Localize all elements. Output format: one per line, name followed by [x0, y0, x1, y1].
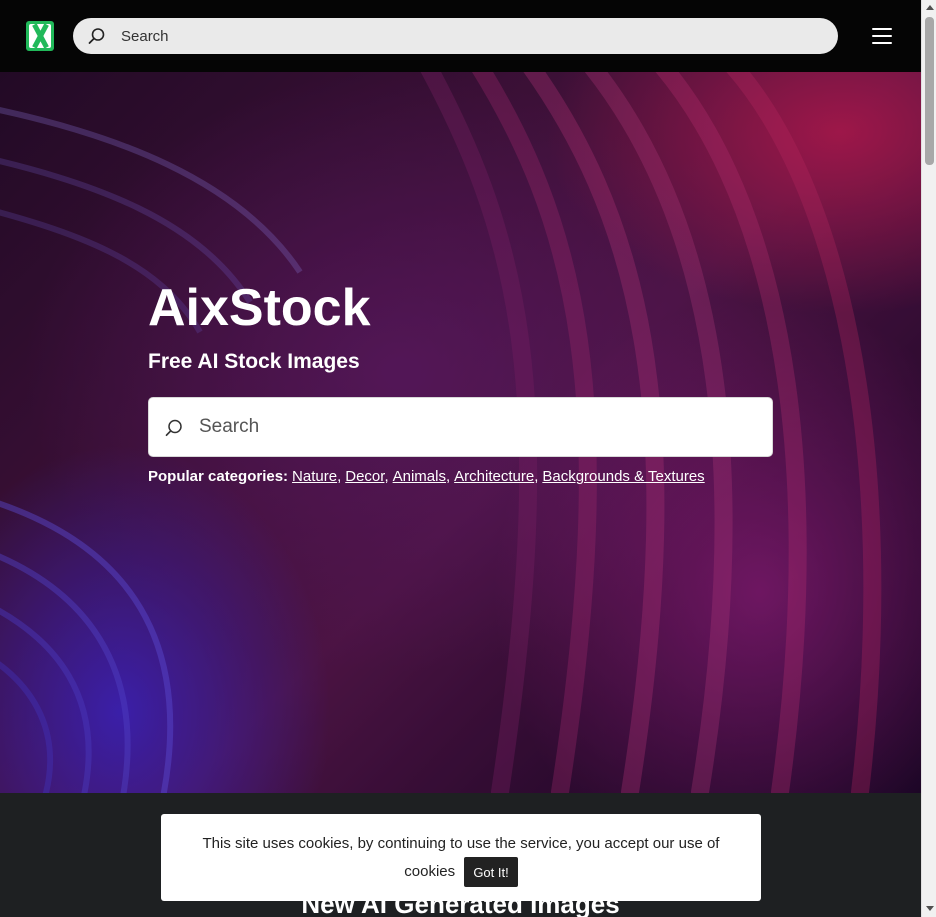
category-link-decor[interactable]: Decor [345, 468, 384, 485]
top-navbar [0, 0, 921, 72]
scroll-up-arrow-icon[interactable] [926, 5, 934, 10]
hero-search-input[interactable] [199, 398, 759, 456]
search-icon [88, 28, 105, 44]
category-link-backgrounds-textures[interactable]: Backgrounds & Textures [542, 468, 704, 485]
navbar-search-box[interactable] [73, 18, 838, 54]
scrollbar-thumb[interactable] [925, 17, 934, 165]
scroll-down-arrow-icon[interactable] [926, 906, 934, 911]
hero-subtitle: Free AI Stock Images [148, 350, 360, 373]
logo-x-mark [29, 24, 51, 48]
navbar-search-input[interactable] [121, 18, 821, 54]
category-link-nature[interactable]: Nature [292, 468, 337, 485]
hamburger-menu-icon[interactable] [872, 27, 892, 45]
cookie-banner: This site uses cookies, by continuing to… [161, 814, 761, 901]
hero-search-box[interactable] [148, 397, 773, 457]
cookie-text-line1: This site uses cookies, by continuing to… [202, 835, 720, 852]
cookie-text-line2: cookies [404, 862, 456, 880]
category-link-animals[interactable]: Animals [393, 468, 446, 485]
hero-section: AixStock Free AI Stock Images Popular ca… [0, 72, 921, 793]
popular-categories-label: Popular categories: [148, 468, 289, 485]
aixstock-logo-icon[interactable] [26, 21, 54, 51]
hero-title: AixStock [148, 279, 371, 337]
popular-categories: Popular categories: Nature, Decor, Animals,… [148, 468, 705, 485]
category-link-architecture[interactable]: Architecture [454, 468, 534, 485]
page-scrollbar[interactable] [921, 0, 936, 917]
cookie-accept-button[interactable]: Got It! [464, 857, 518, 887]
search-icon [165, 419, 182, 437]
